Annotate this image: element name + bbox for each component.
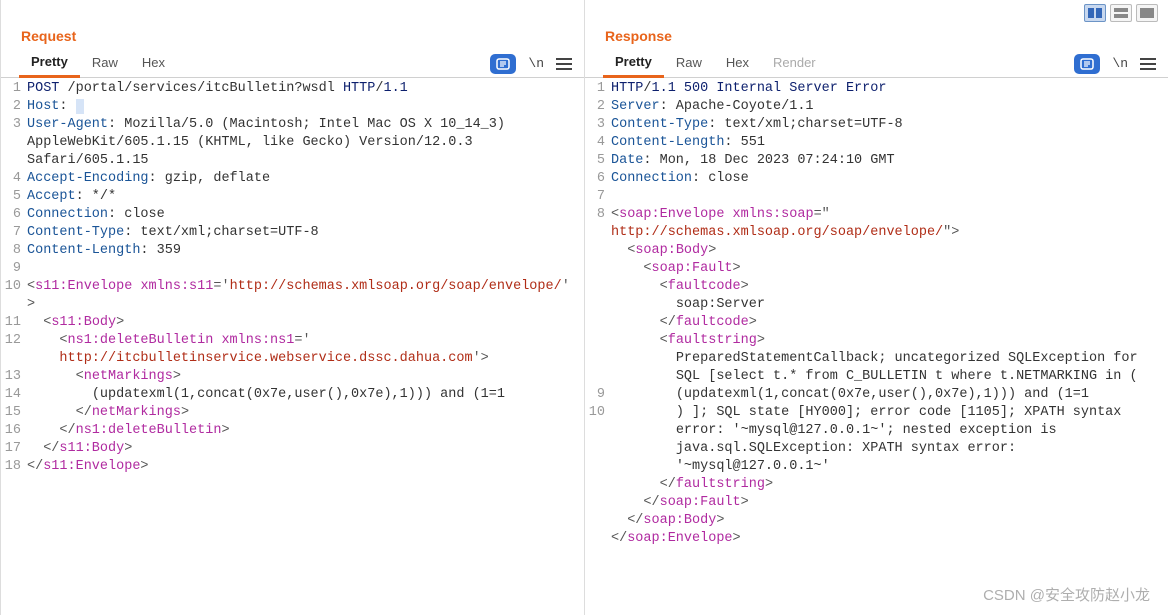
response-panel: Response Pretty Raw Hex Render \n 123456… (584, 0, 1168, 615)
response-code[interactable]: HTTP/1.1 500 Internal Server ErrorServer… (611, 80, 1168, 615)
tab-raw[interactable]: Raw (80, 51, 130, 76)
request-code[interactable]: POST /portal/services/itcBulletin?wsdl H… (27, 80, 584, 615)
request-title: Request (1, 24, 584, 50)
layout-columns-button[interactable] (1084, 4, 1106, 22)
request-gutter: 123456789101112131415161718 (1, 80, 27, 615)
tab-hex[interactable]: Hex (130, 51, 177, 76)
request-tabs: Pretty Raw Hex \n (1, 50, 584, 78)
response-menu-icon[interactable] (1140, 58, 1156, 70)
wrap-button[interactable]: \n (526, 56, 546, 71)
layout-rows-button[interactable] (1110, 4, 1132, 22)
response-title: Response (585, 24, 1168, 50)
tab-raw[interactable]: Raw (664, 51, 714, 76)
request-code-area[interactable]: 123456789101112131415161718 POST /portal… (1, 78, 584, 615)
tab-render[interactable]: Render (761, 51, 828, 76)
response-gutter: 12345678910 (585, 80, 611, 615)
response-tabs: Pretty Raw Hex Render \n (585, 50, 1168, 78)
response-code-area[interactable]: 12345678910 HTTP/1.1 500 Internal Server… (585, 78, 1168, 615)
request-menu-icon[interactable] (556, 58, 572, 70)
request-panel: Request Pretty Raw Hex \n 12345678910111… (0, 0, 584, 615)
tab-pretty[interactable]: Pretty (19, 50, 80, 78)
response-layout-controls (585, 0, 1168, 24)
tab-pretty[interactable]: Pretty (603, 50, 664, 78)
wrap-button[interactable]: \n (1110, 56, 1130, 71)
request-actions-button[interactable] (490, 54, 516, 74)
tab-hex[interactable]: Hex (714, 51, 761, 76)
layout-single-button[interactable] (1136, 4, 1158, 22)
response-actions-button[interactable] (1074, 54, 1100, 74)
request-layout-controls (1, 0, 584, 24)
